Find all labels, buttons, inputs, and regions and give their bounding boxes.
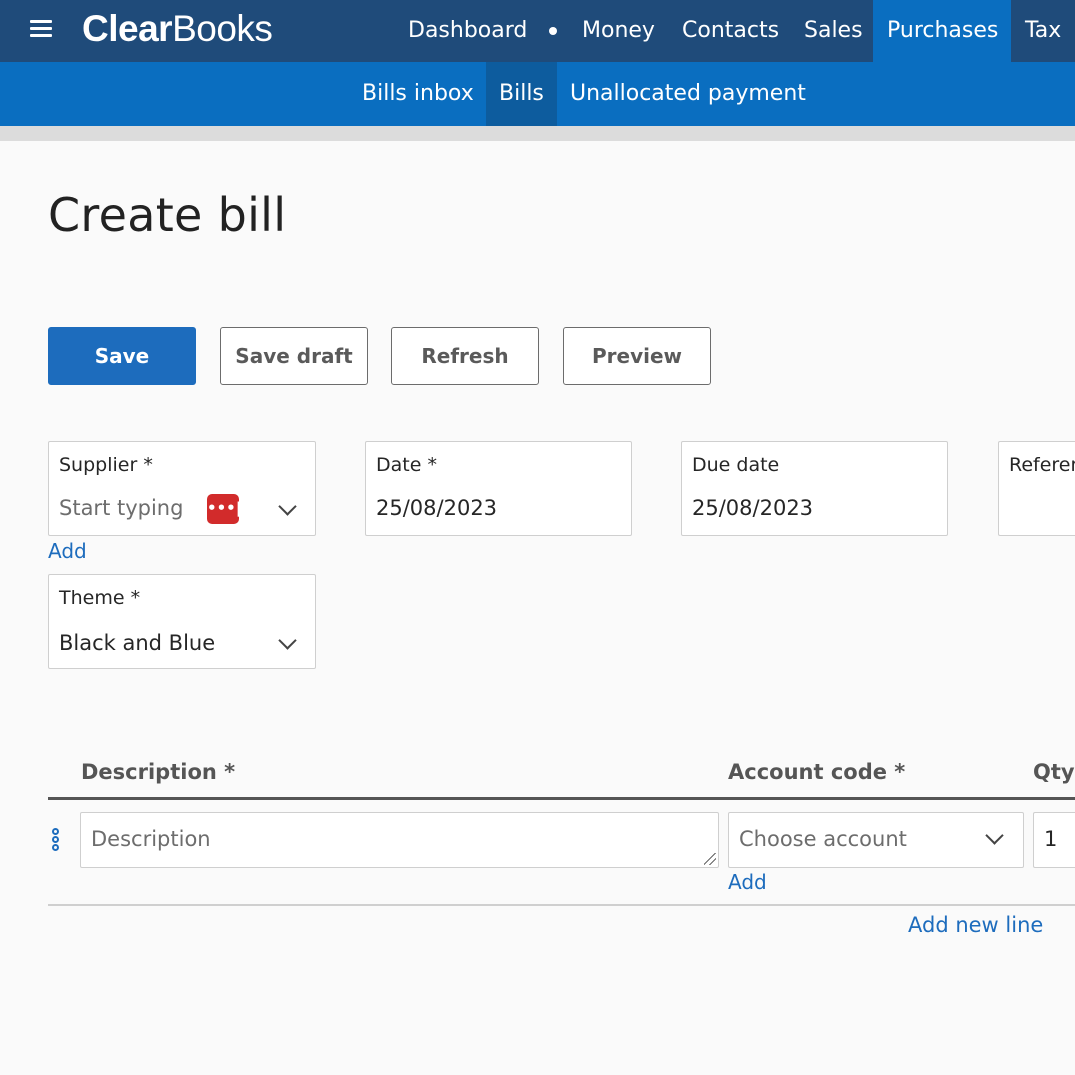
due-date-field[interactable]: Due date 25/08/2023: [681, 441, 948, 536]
save-button[interactable]: Save: [48, 327, 196, 385]
app-logo[interactable]: ClearBooks: [82, 8, 273, 50]
refresh-button[interactable]: Refresh: [391, 327, 539, 385]
due-date-input[interactable]: 25/08/2023: [692, 496, 813, 520]
nav-dot-icon: [549, 27, 557, 35]
nav-item-dashboard[interactable]: Dashboard: [396, 0, 539, 62]
description-input[interactable]: Description: [80, 812, 719, 868]
nav-item-money[interactable]: Money: [570, 0, 667, 62]
supplier-field[interactable]: Supplier * Start typing •••|: [48, 441, 316, 536]
description-column-header: Description *: [81, 760, 236, 784]
resize-grip-icon[interactable]: [704, 853, 716, 865]
date-label: Date *: [376, 454, 437, 476]
preview-button[interactable]: Preview: [563, 327, 711, 385]
supplier-input[interactable]: Start typing: [59, 496, 183, 520]
chevron-down-icon[interactable]: [985, 826, 1004, 845]
chevron-down-icon[interactable]: [278, 631, 297, 650]
account-code-column-header: Account code *: [728, 760, 906, 784]
qty-value: 1: [1044, 827, 1058, 851]
table-header-divider: [48, 797, 1075, 800]
drag-handle-icon[interactable]: [52, 828, 62, 852]
theme-label: Theme *: [59, 587, 141, 609]
theme-value: Black and Blue: [59, 631, 216, 655]
account-placeholder: Choose account: [739, 827, 907, 851]
save-draft-button[interactable]: Save draft: [220, 327, 368, 385]
logo-bold-text: Clear: [82, 8, 173, 49]
logo-light-text: Books: [172, 8, 273, 49]
nav-item-purchases[interactable]: Purchases: [873, 0, 1011, 62]
qty-column-header: Qty: [1033, 760, 1075, 784]
date-field[interactable]: Date * 25/08/2023: [365, 441, 632, 536]
supplier-label: Supplier *: [59, 454, 153, 476]
account-select[interactable]: Choose account: [728, 812, 1024, 868]
table-row-divider: [48, 904, 1075, 906]
date-input[interactable]: 25/08/2023: [376, 496, 497, 520]
qty-input[interactable]: 1: [1033, 812, 1075, 868]
header-divider: [0, 126, 1075, 141]
subnav-item-bills[interactable]: Bills: [486, 62, 557, 126]
add-account-link[interactable]: Add: [728, 870, 767, 894]
password-manager-icon[interactable]: •••|: [207, 494, 241, 524]
due-date-label: Due date: [692, 454, 780, 476]
menu-icon[interactable]: [30, 20, 52, 40]
page-title: Create bill: [48, 188, 287, 242]
description-placeholder: Description: [91, 827, 211, 851]
reference-label: Referer: [1009, 454, 1075, 476]
chevron-down-icon[interactable]: [278, 497, 297, 516]
subnav-item-bills-inbox[interactable]: Bills inbox: [350, 62, 486, 126]
theme-select[interactable]: Theme * Black and Blue: [48, 574, 316, 669]
reference-field[interactable]: Referer: [998, 441, 1075, 536]
nav-item-contacts[interactable]: Contacts: [670, 0, 791, 62]
add-supplier-link[interactable]: Add: [48, 539, 87, 563]
subnav-item-unallocated-payment[interactable]: Unallocated payment: [558, 62, 818, 126]
add-new-line-link[interactable]: Add new line: [908, 913, 1043, 937]
nav-item-tax[interactable]: Tax: [1012, 0, 1075, 62]
nav-item-sales[interactable]: Sales: [792, 0, 875, 62]
